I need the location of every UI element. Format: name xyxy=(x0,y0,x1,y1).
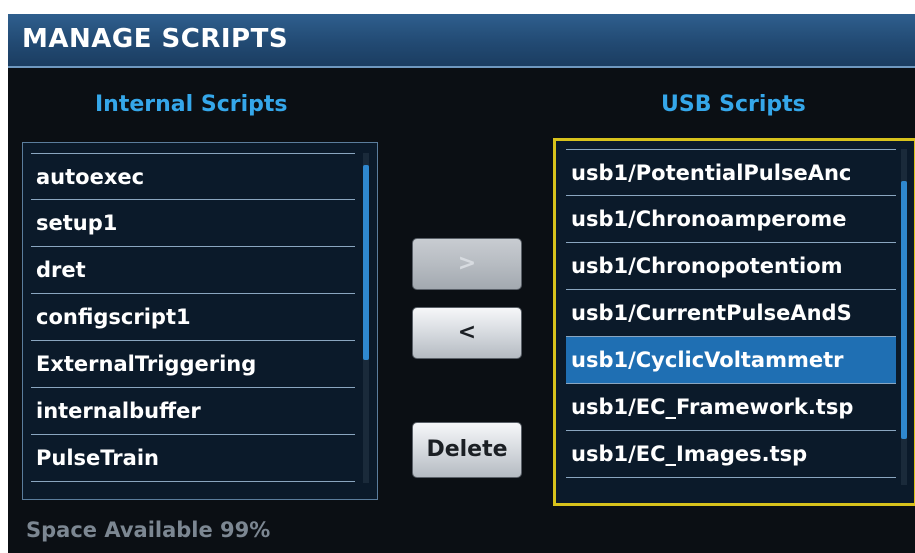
usb-scripts-header: USB Scripts xyxy=(661,92,806,117)
title-bar: MANAGE SCRIPTS xyxy=(8,14,915,68)
list-item[interactable]: usb1/Chronopotentiom xyxy=(566,243,896,290)
list-item-selected[interactable]: usb1/CyclicVoltammetr xyxy=(566,337,896,384)
manage-scripts-screen: MANAGE SCRIPTS Internal Scripts USB Scri… xyxy=(8,14,915,553)
list-item[interactable]: usb1/Chronoamperome xyxy=(566,196,896,243)
usb-scrollbar[interactable] xyxy=(901,149,907,485)
list-item[interactable]: usb1/EC_Framework.tsp xyxy=(566,384,896,431)
list-item[interactable]: configscript1 xyxy=(31,294,355,341)
usb-scrollbar-thumb[interactable] xyxy=(901,181,907,439)
list-item[interactable]: setup1 xyxy=(31,200,355,247)
list-item[interactable]: autoexec xyxy=(31,153,355,200)
list-item[interactable]: internalbuffer xyxy=(31,388,355,435)
list-item[interactable]: ExternalTriggering xyxy=(31,341,355,388)
internal-scripts-list[interactable]: autoexec setup1 dret configscript1 Exter… xyxy=(22,142,378,500)
copy-to-usb-button[interactable]: < xyxy=(412,307,522,359)
list-item[interactable]: PulseTrain xyxy=(31,435,355,482)
internal-scripts-header: Internal Scripts xyxy=(95,92,288,117)
internal-scrollbar[interactable] xyxy=(363,153,369,483)
space-available-status: Space Available 99% xyxy=(26,518,271,542)
internal-scrollbar-thumb[interactable] xyxy=(363,165,369,360)
usb-scripts-list[interactable]: usb1/PotentialPulseAnc usb1/Chronoampero… xyxy=(553,138,915,506)
delete-button[interactable]: Delete xyxy=(412,422,522,478)
copy-to-internal-button[interactable]: > xyxy=(412,238,522,290)
list-item[interactable]: usb1/CurrentPulseAndS xyxy=(566,290,896,337)
list-item[interactable]: dret xyxy=(31,247,355,294)
page-title: MANAGE SCRIPTS xyxy=(22,24,289,54)
list-item[interactable]: usb1/EC_Images.tsp xyxy=(566,431,896,478)
list-item[interactable]: usb1/PotentialPulseAnc xyxy=(566,149,896,196)
